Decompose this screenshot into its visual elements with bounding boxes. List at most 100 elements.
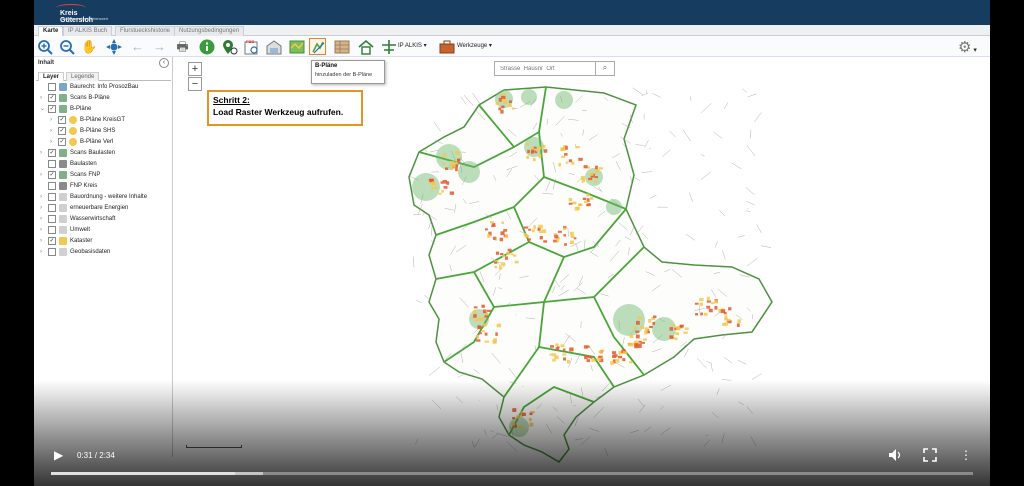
chevron-right-icon[interactable]: › [40,170,46,180]
layer-checkbox[interactable]: ✓ [58,116,66,124]
ip-alkis-icon[interactable] [380,38,397,55]
layer-checkbox[interactable] [48,226,56,234]
print-icon[interactable]: 🖶 [174,38,191,55]
map-zoom-in-button[interactable]: + [188,62,202,76]
more-options-icon[interactable]: ⋮ [960,448,972,462]
tab-flurstueckshistorie[interactable]: Flurstueckshistorie [115,26,176,36]
layer-checkbox[interactable] [48,204,56,212]
chevron-right-icon[interactable]: › [50,126,56,136]
navigate-icon[interactable] [105,38,122,55]
chevron-right-icon[interactable]: › [40,93,46,103]
zoom-out-icon[interactable] [58,38,75,55]
plan-polygon [502,254,505,258]
chevron-right-icon[interactable]: › [40,148,46,158]
zoom-in-icon[interactable] [36,38,53,55]
tab-legende[interactable]: Legende [66,72,100,81]
fullscreen-icon[interactable] [923,448,937,465]
svg-text:FBB: FBB [246,39,254,44]
layer-checkbox[interactable]: ✓ [48,94,56,102]
layer-checkbox[interactable] [48,193,56,201]
plan-polygon [569,347,574,352]
pan-hand-icon[interactable]: ✋ [81,38,98,55]
building-search-icon[interactable] [265,38,282,55]
layer-checkbox[interactable]: ✓ [48,149,56,157]
chevron-right-icon[interactable]: › [40,214,46,224]
chevron-down-icon[interactable]: ⌄ [40,104,46,114]
volume-icon[interactable] [888,448,902,465]
chevron-right-icon[interactable]: › [40,192,46,202]
parcel-line [634,177,641,182]
layer-checkbox[interactable]: ✓ [58,138,66,146]
kreis-logo[interactable]: Kreis Gütersloh zukunftsorientiert & leb… [56,4,108,24]
layer-checkbox[interactable]: ✓ [48,237,56,245]
home-icon[interactable] [357,38,374,55]
collapse-panel-button[interactable]: ‹ [159,58,169,68]
plan-polygon [684,327,689,330]
layer-checkbox[interactable] [48,248,56,256]
layer-checkbox[interactable]: ✓ [48,171,56,179]
layer-checkbox[interactable] [48,215,56,223]
chevron-right-icon[interactable]: › [40,236,46,246]
plan-polygon [558,162,561,167]
layer-checkbox[interactable] [48,182,56,190]
identify-pin-icon[interactable] [221,38,238,55]
tab-nutzungsbedingungen[interactable]: Nutzungsbedingungen [174,26,245,36]
plan-polygon [564,243,567,246]
plan-polygon [498,265,502,270]
plan-polygon [482,309,487,314]
plan-polygon [636,320,640,325]
plan-polygon [700,312,703,316]
chevron-right-icon[interactable]: › [40,203,46,213]
parcel-line [632,87,644,95]
tab-karte[interactable]: Karte [38,26,64,36]
chevron-right-icon[interactable]: › [40,225,46,235]
toolbox-icon[interactable] [438,38,455,55]
layer-checkbox[interactable]: ✓ [48,105,56,113]
map-layers-icon[interactable] [288,38,305,55]
parcel-line [754,112,762,122]
load-raster-icon[interactable] [309,38,326,55]
parcel-line [424,294,429,300]
werkzeuge-menu[interactable]: Werkzeuge ▾ [457,42,492,49]
info-icon[interactable] [198,38,215,55]
tab-layer[interactable]: Layer [38,72,65,81]
map-sheet-icon[interactable] [333,38,350,55]
settings-gear-icon[interactable]: ⚙ ▾ [958,38,977,56]
layer-checkbox[interactable]: ✓ [58,127,66,135]
parcel-line [742,88,747,93]
map-zoom-out-button[interactable]: − [188,77,202,91]
plan-area-circle [555,91,573,109]
video-progress-bar[interactable] [51,472,973,475]
plan-polygon [445,167,448,171]
plan-polygon [491,224,496,228]
layer-checkbox[interactable] [48,83,56,91]
plan-polygon [495,251,500,255]
layer-checkbox[interactable] [48,160,56,168]
layer-type-icon [59,237,67,245]
plan-polygon [530,147,535,150]
ip-alkis-menu[interactable]: IP ALKIS ▾ [398,42,427,49]
plan-polygon [501,221,504,225]
search-input[interactable] [495,62,595,75]
chevron-right-icon[interactable]: › [50,115,56,125]
tab-ip-alkis-buch[interactable]: IP ALKIS Buch [63,26,113,36]
search-icon[interactable]: ⌕ [595,62,614,75]
tooltip-title: B-Pläne [315,63,338,69]
plan-polygon [644,327,649,332]
chevron-right-icon[interactable]: › [40,247,46,257]
forward-arrow-icon[interactable]: → [151,38,168,55]
plan-polygon [527,238,531,241]
plan-polygon [612,354,617,358]
chevron-right-icon[interactable]: › [50,137,56,147]
plan-polygon [484,332,488,336]
werkzeuge-label: Werkzeuge [457,43,488,49]
plan-polygon [500,253,504,256]
plan-polygon [552,353,557,357]
plan-area-circle [458,161,480,183]
fbb-search-icon[interactable]: FBB [243,38,260,55]
layer-type-icon [59,149,67,157]
plan-polygon [714,306,718,310]
play-icon[interactable]: ▶ [54,448,68,462]
back-arrow-icon[interactable]: ← [129,38,146,55]
plan-polygon [588,177,593,180]
